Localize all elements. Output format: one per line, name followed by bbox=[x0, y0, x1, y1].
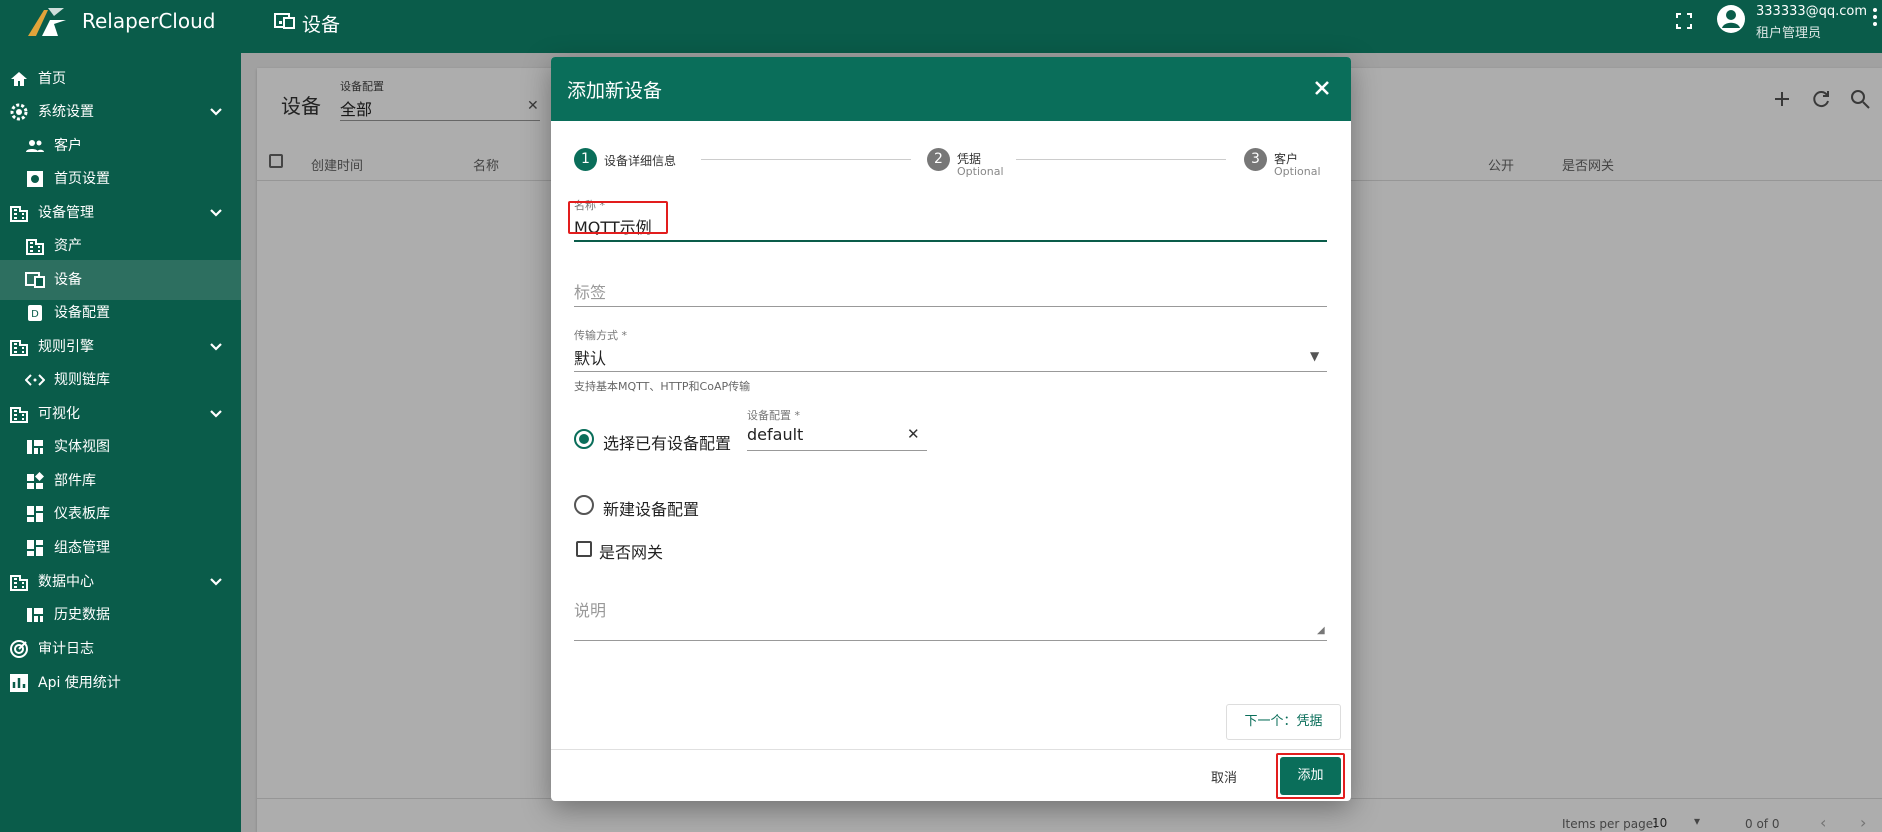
sidebar-item-label: 资产 bbox=[54, 238, 82, 254]
building-icon bbox=[10, 206, 28, 222]
fullscreen-icon[interactable] bbox=[1675, 12, 1693, 30]
user-role: 租户管理员 bbox=[1756, 26, 1822, 41]
sidebar-item-label: 仪表板库 bbox=[54, 506, 110, 522]
sidebar-item-label: 设备配置 bbox=[54, 305, 110, 321]
transport-underline bbox=[574, 371, 1327, 372]
label-underline bbox=[574, 306, 1327, 307]
step-number: 3 bbox=[1244, 148, 1267, 171]
radio-existing-profile[interactable] bbox=[574, 429, 594, 449]
add-device-dialog: 添加新设备 1 设备详细信息 2 凭据 Optional 3 客户 Option… bbox=[551, 57, 1351, 801]
transport-hint: 支持基本MQTT、HTTP和CoAP传输 bbox=[574, 380, 751, 393]
user-email: 333333@qq.com bbox=[1756, 4, 1868, 19]
sidebar-item-label: 部件库 bbox=[54, 473, 96, 489]
home-icon bbox=[11, 72, 27, 86]
sidebar-item-label: 设备管理 bbox=[38, 205, 94, 221]
step-label: 设备详细信息 bbox=[604, 154, 677, 168]
sidebar-item-label: Api 使用统计 bbox=[38, 675, 121, 691]
settings-box-icon bbox=[27, 171, 43, 187]
sidebar-item-label: 组态管理 bbox=[54, 540, 110, 556]
dialog-header: 添加新设备 bbox=[551, 57, 1351, 121]
resize-handle-icon[interactable]: ◢ bbox=[1317, 625, 1325, 636]
brand-name: RelaperCloud bbox=[82, 9, 216, 33]
step-connector bbox=[1016, 159, 1226, 160]
sidebar-item-label: 规则链库 bbox=[54, 372, 110, 388]
dashboard-icon bbox=[27, 540, 43, 556]
chevron-down-icon[interactable] bbox=[208, 406, 224, 422]
close-icon[interactable] bbox=[1311, 77, 1333, 99]
step-number: 1 bbox=[574, 148, 597, 171]
sidebar: 首页系统设置客户首页设置设备管理资产设备 D 设备配置规则引擎规则链库可视化实体视图… bbox=[0, 53, 241, 832]
chevron-down-icon[interactable] bbox=[208, 574, 224, 590]
sidebar-item-label: 设备 bbox=[54, 272, 82, 288]
radio-new-profile[interactable] bbox=[574, 495, 594, 515]
building-icon bbox=[26, 239, 44, 255]
sidebar-item-label: 系统设置 bbox=[38, 104, 94, 120]
chevron-down-icon[interactable] bbox=[208, 339, 224, 355]
radio-new-label[interactable]: 新建设备配置 bbox=[603, 496, 699, 520]
building-icon bbox=[10, 340, 28, 356]
sidebar-item-label: 可视化 bbox=[38, 406, 80, 422]
profile-underline bbox=[747, 450, 927, 451]
devices-icon bbox=[25, 272, 45, 288]
page-title: 设备 bbox=[302, 14, 341, 36]
devices-icon bbox=[274, 13, 295, 29]
step-number: 2 bbox=[927, 148, 950, 171]
cancel-button[interactable]: 取消 bbox=[1194, 765, 1254, 793]
widgets-icon bbox=[27, 472, 44, 489]
step-connector bbox=[701, 159, 911, 160]
building-icon bbox=[10, 575, 28, 591]
add-button[interactable]: 添加 bbox=[1280, 757, 1341, 795]
clear-profile-icon[interactable]: ✕ bbox=[907, 425, 920, 443]
step-optional: Optional bbox=[1274, 165, 1321, 178]
profile-input[interactable]: default bbox=[747, 425, 803, 444]
sidebar-item-label: 首页设置 bbox=[54, 171, 110, 187]
building-icon bbox=[10, 407, 28, 423]
code-arrows-icon bbox=[25, 374, 45, 386]
profile-label: 设备配置 * bbox=[747, 409, 800, 422]
sidebar-item[interactable]: Api 使用统计 bbox=[0, 663, 241, 703]
sidebar-item-label: 历史数据 bbox=[54, 607, 110, 623]
radio-existing-label[interactable]: 选择已有设备配置 bbox=[603, 430, 731, 454]
dialog-title: 添加新设备 bbox=[567, 80, 663, 102]
account-avatar-icon[interactable] bbox=[1716, 4, 1746, 34]
track-changes-icon bbox=[10, 640, 28, 658]
gear-icon bbox=[10, 103, 28, 121]
top-toolbar: RelaperCloud 设备 333333@qq.com 租户管理员 bbox=[0, 0, 1882, 53]
name-highlight-box bbox=[568, 201, 668, 234]
description-underline bbox=[574, 640, 1327, 641]
description-textarea[interactable]: 说明 bbox=[574, 597, 606, 621]
sidebar-item-label: 规则引擎 bbox=[38, 339, 94, 355]
sidebar-item-label: 首页 bbox=[38, 71, 66, 87]
step-optional: Optional bbox=[957, 165, 1004, 178]
sidebar-item-label: 审计日志 bbox=[38, 641, 94, 657]
next-button[interactable]: 下一个：凭据 bbox=[1226, 704, 1341, 740]
device-profile-icon: D bbox=[28, 305, 42, 321]
sidebar-item-label: 数据中心 bbox=[38, 574, 94, 590]
view-quilt-icon bbox=[27, 440, 43, 454]
transport-label: 传输方式 * bbox=[574, 329, 627, 342]
transport-select[interactable]: 默认 bbox=[574, 345, 606, 369]
name-underline bbox=[574, 240, 1327, 242]
chevron-down-icon[interactable] bbox=[208, 205, 224, 221]
label-input[interactable]: 标签 bbox=[574, 279, 606, 303]
people-icon bbox=[26, 140, 44, 152]
view-quilt-icon bbox=[27, 608, 43, 622]
svg-text:D: D bbox=[31, 309, 39, 320]
gateway-checkbox[interactable] bbox=[576, 541, 592, 557]
gateway-label[interactable]: 是否网关 bbox=[599, 539, 663, 563]
dashboard-icon bbox=[27, 506, 43, 522]
relaper-logo-icon bbox=[28, 8, 66, 36]
chevron-down-icon[interactable] bbox=[208, 104, 224, 120]
chevron-down-icon[interactable]: ▼ bbox=[1310, 349, 1319, 363]
sidebar-item-label: 实体视图 bbox=[54, 439, 110, 455]
more-vert-icon[interactable] bbox=[1872, 6, 1878, 28]
sidebar-item-label: 客户 bbox=[54, 138, 82, 154]
bar-chart-icon bbox=[10, 674, 28, 692]
